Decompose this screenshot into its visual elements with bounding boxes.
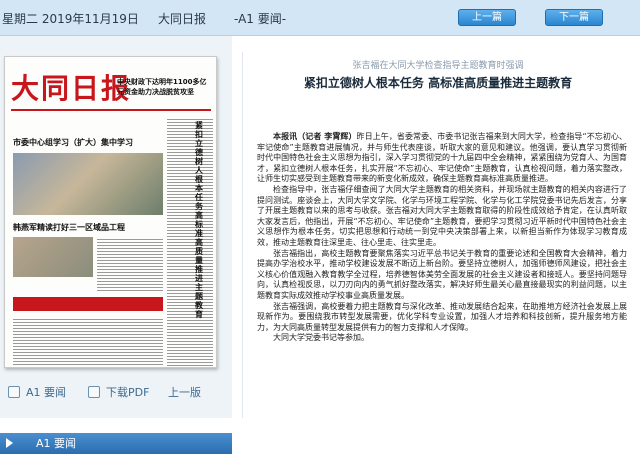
article-subtitle: 张吉福在大同大学检查指导主题教育时强调 bbox=[352, 61, 524, 71]
article-paragraph: 检查指导中，张吉福仔细查阅了大同大学主题教育的相关资料，并现场就主题教育的相关内… bbox=[257, 184, 627, 247]
pdf-icon bbox=[88, 386, 100, 398]
issue-date: 星期二 2019年11月19日 bbox=[2, 12, 139, 26]
triangle-right-icon bbox=[6, 438, 13, 448]
thumb-second-photo bbox=[13, 237, 93, 277]
prev-label: 上一篇 bbox=[472, 12, 502, 23]
page-links: A1 要闻 下载PDF 上一版 bbox=[0, 382, 232, 402]
next-label: 下一篇 bbox=[559, 12, 589, 23]
article-paragraph: 大同大学党委书记等参加。 bbox=[273, 333, 369, 343]
page-thumbnail-pane: 大同日报 中央财政下达明年1100多亿元资金助力决战脱贫攻坚 市委中心组学习（扩… bbox=[0, 36, 232, 454]
thumb-text-block bbox=[13, 317, 163, 365]
thumb-side-headline: 中央财政下达明年1100多亿元资金助力决战脱贫攻坚 bbox=[117, 78, 207, 96]
download-pdf-link[interactable]: 下载PDF bbox=[88, 384, 149, 400]
thumb-red-banner bbox=[13, 297, 163, 311]
masthead-rule bbox=[11, 109, 211, 111]
prev-page-link[interactable]: 上一版 bbox=[168, 384, 201, 400]
prev-article-button[interactable]: 上一篇 bbox=[458, 9, 516, 26]
thumb-vertical-headline: 紧扣立德树人根本任务高标准高质量推进主题教育 bbox=[195, 121, 203, 319]
article-body: 本报讯（记者 李霄辉）昨日上午，省委常委、市委书记张吉福来到大同大学，检查指导“… bbox=[257, 132, 627, 344]
next-article-button[interactable]: 下一篇 bbox=[545, 9, 603, 26]
thumb-main-headline[interactable]: 市委中心组学习（扩大）集中学习 bbox=[13, 137, 133, 148]
thumb-second-headline[interactable]: 韩燕军精读打好三一区域品工程 bbox=[13, 222, 125, 233]
paper-name: 大同日报 bbox=[158, 12, 207, 26]
article-lead: 本报讯（记者 李霄辉） bbox=[273, 132, 357, 141]
thumb-text-block bbox=[97, 237, 163, 293]
article-paragraph: 本报讯（记者 李霄辉）昨日上午，省委常委、市委书记张吉福来到大同大学，检查指导“… bbox=[257, 132, 627, 184]
page-icon bbox=[8, 386, 20, 398]
masthead: 大同日报 bbox=[11, 72, 132, 105]
article-panel: 张吉福在大同大学检查指导主题教育时强调 紧扣立德树人根本任务 高标准高质量推进主… bbox=[242, 52, 632, 418]
page-tab-label: A1 要闻 bbox=[36, 437, 77, 450]
thumb-main-photo bbox=[13, 153, 163, 215]
newspaper-page-thumbnail[interactable]: 大同日报 中央财政下达明年1100多亿元资金助力决战脱贫攻坚 市委中心组学习（扩… bbox=[4, 56, 217, 368]
top-bar: 星期二 2019年11月19日 大同日报 -A1 要闻- 上一篇 下一篇 bbox=[0, 0, 640, 36]
article-paragraph: 张吉福强调，高校要着力把主题教育与深化改革、推动发展结合起来，在助推地方经济社会… bbox=[257, 301, 627, 332]
article-title: 紧扣立德树人根本任务 高标准高质量推进主题教育 bbox=[303, 76, 573, 90]
article-paragraph: 张吉福指出，高校主题教育要聚焦落实习近平总书记关于教育的重要论述和全国教育大会精… bbox=[257, 248, 627, 300]
thumb-article-column[interactable] bbox=[167, 117, 213, 367]
page-label: -A1 要闻- bbox=[234, 12, 287, 26]
page-link[interactable]: A1 要闻 bbox=[8, 384, 66, 400]
page-tab-a1[interactable]: A1 要闻 bbox=[0, 433, 232, 454]
